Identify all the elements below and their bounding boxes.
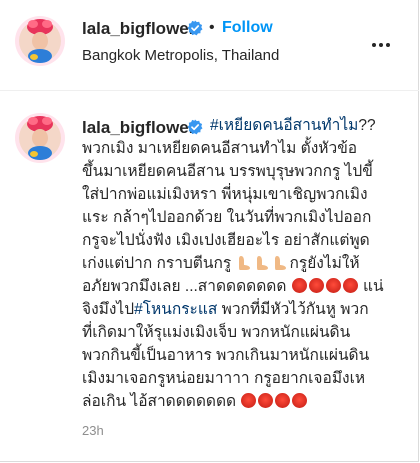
- caption-line: ที่เกิดมาให้รุแม่งเมิงเจ็บ พวกหนักแผ่นดิ…: [82, 324, 351, 341]
- verified-badge-icon: [187, 20, 203, 36]
- caption-text: จิงมึงไป: [82, 301, 135, 318]
- angry-face-emoji-icon: [308, 278, 324, 293]
- caption-line: พวกกินขี้เป็นอาหาร พวกเกินมาหนักแผ่นดิน: [82, 347, 370, 364]
- caption-text: เก่งแต่ปาก กราบตีนกรู: [82, 255, 236, 272]
- verified-badge-icon: [187, 119, 203, 135]
- follow-button[interactable]: Follow: [222, 19, 273, 37]
- caption-line: เมิงมาเจอกรูหน่อยมาาาา กรูอยากเจอมึงเห: [82, 370, 366, 387]
- caption-line: อภัยพวกมึงเลย ...สาดดดดดดด แน่: [82, 275, 400, 298]
- caption-text: แน่: [358, 278, 384, 295]
- caption-line: แระ กล้าๆไปออกด้วย ในวันที่พวกเมิงไปออก: [82, 209, 372, 226]
- caption-text: ล่อเกิน ไอ้สาดดดดดดด: [82, 393, 241, 410]
- caption-text: อภัยพวกมึงเลย ...สาดดดดดดด: [82, 278, 291, 295]
- author-username[interactable]: lala_bigflower: [82, 19, 195, 39]
- caption-line: เก่งแต่ปาก กราบตีนกรู กรูยังไม่ให้: [82, 252, 400, 275]
- post-caption: #เหยียดคนอีสานทำไม?? พวกเมิง มาเหยียดคนอ…: [82, 114, 400, 413]
- foot-emoji-icon: [254, 255, 270, 271]
- caption-line: ใส่ปากพ่อแม่เมิงหรา พี่หนุ่มเขาเชิญพวกเม…: [82, 186, 368, 203]
- caption-line: ล่อเกิน ไอ้สาดดดดดดด: [82, 390, 400, 413]
- caption-author-username[interactable]: lala_bigflower: [82, 118, 195, 138]
- caption-author-avatar[interactable]: [14, 112, 66, 164]
- more-options-icon[interactable]: [370, 36, 392, 47]
- angry-face-emoji-icon: [241, 393, 257, 408]
- profile-avatar[interactable]: [14, 15, 66, 67]
- foot-emoji-icon: [236, 255, 252, 271]
- angry-face-emoji-icon: [325, 278, 341, 293]
- location-link[interactable]: Bangkok Metropolis, Thailand: [82, 47, 279, 64]
- post-panel: lala_bigflower • Follow Bangkok Metropol…: [0, 0, 419, 462]
- caption-line: พวกเมิง มาเหยียดคนอีสานทำไม ตั้งหัวข้อ: [82, 140, 358, 157]
- angry-face-emoji-icon: [258, 393, 274, 408]
- hashtag-link[interactable]: #เหยียดคนอีสานทำไม: [210, 117, 358, 134]
- caption-text: กรูยังไม่ให้: [289, 255, 360, 272]
- foot-emoji-icon: [272, 255, 288, 271]
- caption-line: ขึ้นมาเหยียดคนอีสาน บรรพบุรุษพวกกรู ไปขี…: [82, 163, 373, 180]
- angry-face-emoji-icon: [291, 278, 307, 293]
- caption-text: พวกที่มีหัวไว้กันหู พวก: [217, 301, 369, 318]
- caption-line: จิงมึงไป#โหนกระแส พวกที่มีหัวไว้กันหู พว…: [82, 298, 400, 321]
- caption-line: กรูจะไปนั่งฟัง เมิงเปงเฮียอะไร อย่าสักแต…: [82, 232, 370, 249]
- caption-text: ??: [358, 117, 376, 134]
- post-header: lala_bigflower • Follow Bangkok Metropol…: [0, 0, 419, 91]
- angry-face-emoji-icon: [292, 393, 308, 408]
- angry-face-emoji-icon: [275, 393, 291, 408]
- separator-dot: •: [209, 19, 215, 36]
- hashtag-link[interactable]: #โหนกระแส: [134, 301, 217, 318]
- post-timestamp[interactable]: 23h: [82, 423, 104, 438]
- angry-face-emoji-icon: [342, 278, 358, 293]
